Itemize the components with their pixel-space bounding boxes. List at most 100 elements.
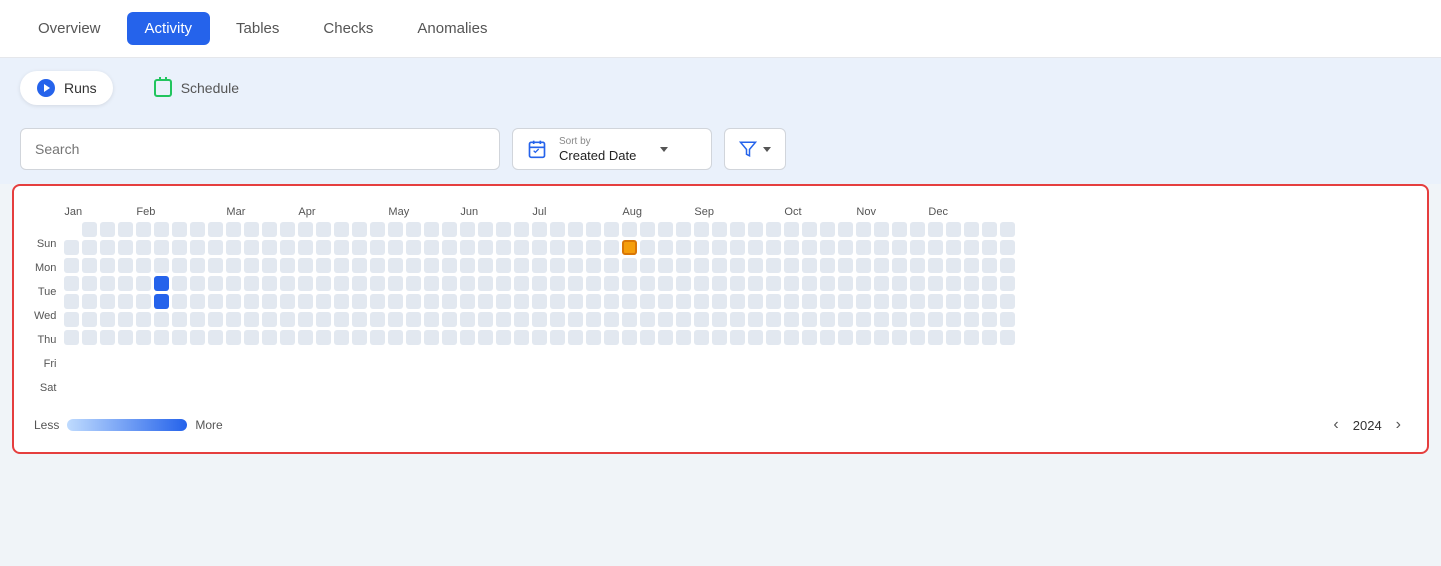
heatmap-cell <box>82 222 97 237</box>
heatmap-cell <box>964 294 979 309</box>
heatmap-cell <box>352 294 367 309</box>
tab-overview[interactable]: Overview <box>20 12 119 45</box>
heatmap-cell <box>676 222 691 237</box>
filter-button[interactable] <box>724 128 786 170</box>
tab-tables[interactable]: Tables <box>218 12 297 45</box>
heatmap-cell <box>604 294 619 309</box>
heatmap-cell <box>226 330 241 345</box>
heatmap-footer: Less More ‹ 2024 › <box>34 414 1407 436</box>
heatmap-cell <box>226 294 241 309</box>
heatmap-cell <box>712 258 727 273</box>
heatmap-cell <box>244 312 259 327</box>
heatmap-cell <box>172 312 187 327</box>
subtab-schedule[interactable]: Schedule <box>137 71 255 105</box>
heatmap-cell <box>586 312 601 327</box>
month-label-feb: Feb <box>136 206 226 218</box>
more-label: More <box>195 418 222 432</box>
tab-anomalies[interactable]: Anomalies <box>399 12 505 45</box>
tab-activity[interactable]: Activity <box>127 12 211 45</box>
heatmap-cell <box>532 258 547 273</box>
heatmap-cell <box>622 240 637 255</box>
week-column <box>460 222 475 345</box>
heatmap-cell <box>496 330 511 345</box>
heatmap-cell <box>190 240 205 255</box>
cells-grid <box>64 222 1407 345</box>
heatmap-cell <box>730 240 745 255</box>
heatmap-cell <box>208 222 223 237</box>
heatmap-cell <box>640 330 655 345</box>
heatmap-cell <box>550 312 565 327</box>
heatmap-cell <box>658 258 673 273</box>
subtab-runs[interactable]: Runs <box>20 71 113 105</box>
heatmap-cell <box>460 330 475 345</box>
search-input[interactable] <box>20 128 500 170</box>
heatmap-cell <box>82 330 97 345</box>
heatmap-cell <box>100 240 115 255</box>
heatmap-cell <box>352 330 367 345</box>
heatmap-cell <box>712 294 727 309</box>
month-label-jun: Jun <box>460 206 532 218</box>
heatmap-cell <box>514 222 529 237</box>
heatmap-cell <box>352 222 367 237</box>
week-column <box>280 222 295 345</box>
heatmap-cell <box>100 276 115 291</box>
day-label-thu: Thu <box>34 330 56 350</box>
heatmap-cell <box>406 312 421 327</box>
tab-checks[interactable]: Checks <box>305 12 391 45</box>
heatmap-cell <box>424 240 439 255</box>
year-prev-button[interactable]: ‹ <box>1327 414 1344 436</box>
sort-chevron-icon <box>660 147 668 152</box>
heatmap-cell <box>802 330 817 345</box>
heatmap-cell <box>874 222 889 237</box>
heatmap-cell <box>388 240 403 255</box>
heatmap-cell <box>406 276 421 291</box>
heatmap-cell <box>586 240 601 255</box>
heatmap-cell <box>604 222 619 237</box>
heatmap-cell <box>64 312 79 327</box>
heatmap-cell <box>982 312 997 327</box>
heatmap-cell <box>190 276 205 291</box>
heatmap-cell <box>604 276 619 291</box>
heatmap-cell <box>766 330 781 345</box>
heatmap-cell <box>784 276 799 291</box>
heatmap-cell <box>676 294 691 309</box>
heatmap-cell <box>586 258 601 273</box>
sort-dropdown[interactable]: Sort by Created Date <box>512 128 712 170</box>
subtab-runs-label: Runs <box>64 80 97 96</box>
heatmap-cell <box>946 294 961 309</box>
heatmap-cell <box>514 276 529 291</box>
heatmap-cell <box>460 294 475 309</box>
heatmap-cell <box>82 294 97 309</box>
heatmap-cell <box>208 312 223 327</box>
month-label-jan: Jan <box>64 206 136 218</box>
heatmap-cell <box>460 276 475 291</box>
heatmap-cell <box>874 240 889 255</box>
heatmap-cell <box>64 294 79 309</box>
week-column <box>208 222 223 345</box>
heatmap-cell <box>910 312 925 327</box>
heatmap-cell <box>730 276 745 291</box>
heatmap-cell <box>370 258 385 273</box>
year-next-button[interactable]: › <box>1390 414 1407 436</box>
heatmap-cell <box>190 294 205 309</box>
heatmap-cell <box>352 312 367 327</box>
heatmap-cell <box>334 222 349 237</box>
heatmap-cell <box>586 294 601 309</box>
heatmap-cell <box>64 276 79 291</box>
heatmap-cell <box>154 276 169 291</box>
heatmap-cell <box>550 222 565 237</box>
heatmap-cell <box>568 330 583 345</box>
heatmap-cell <box>154 222 169 237</box>
heatmap-cell <box>766 222 781 237</box>
sort-calendar-icon <box>527 139 547 159</box>
heatmap-cell <box>874 276 889 291</box>
heatmap-cell <box>136 240 151 255</box>
heatmap-cell <box>82 240 97 255</box>
heatmap-cell <box>136 312 151 327</box>
heatmap-cell <box>712 222 727 237</box>
heatmap-cell <box>1000 222 1015 237</box>
heatmap-cell <box>496 240 511 255</box>
heatmap-cell <box>406 258 421 273</box>
heatmap-cell <box>586 330 601 345</box>
legend-gradient <box>67 419 187 431</box>
